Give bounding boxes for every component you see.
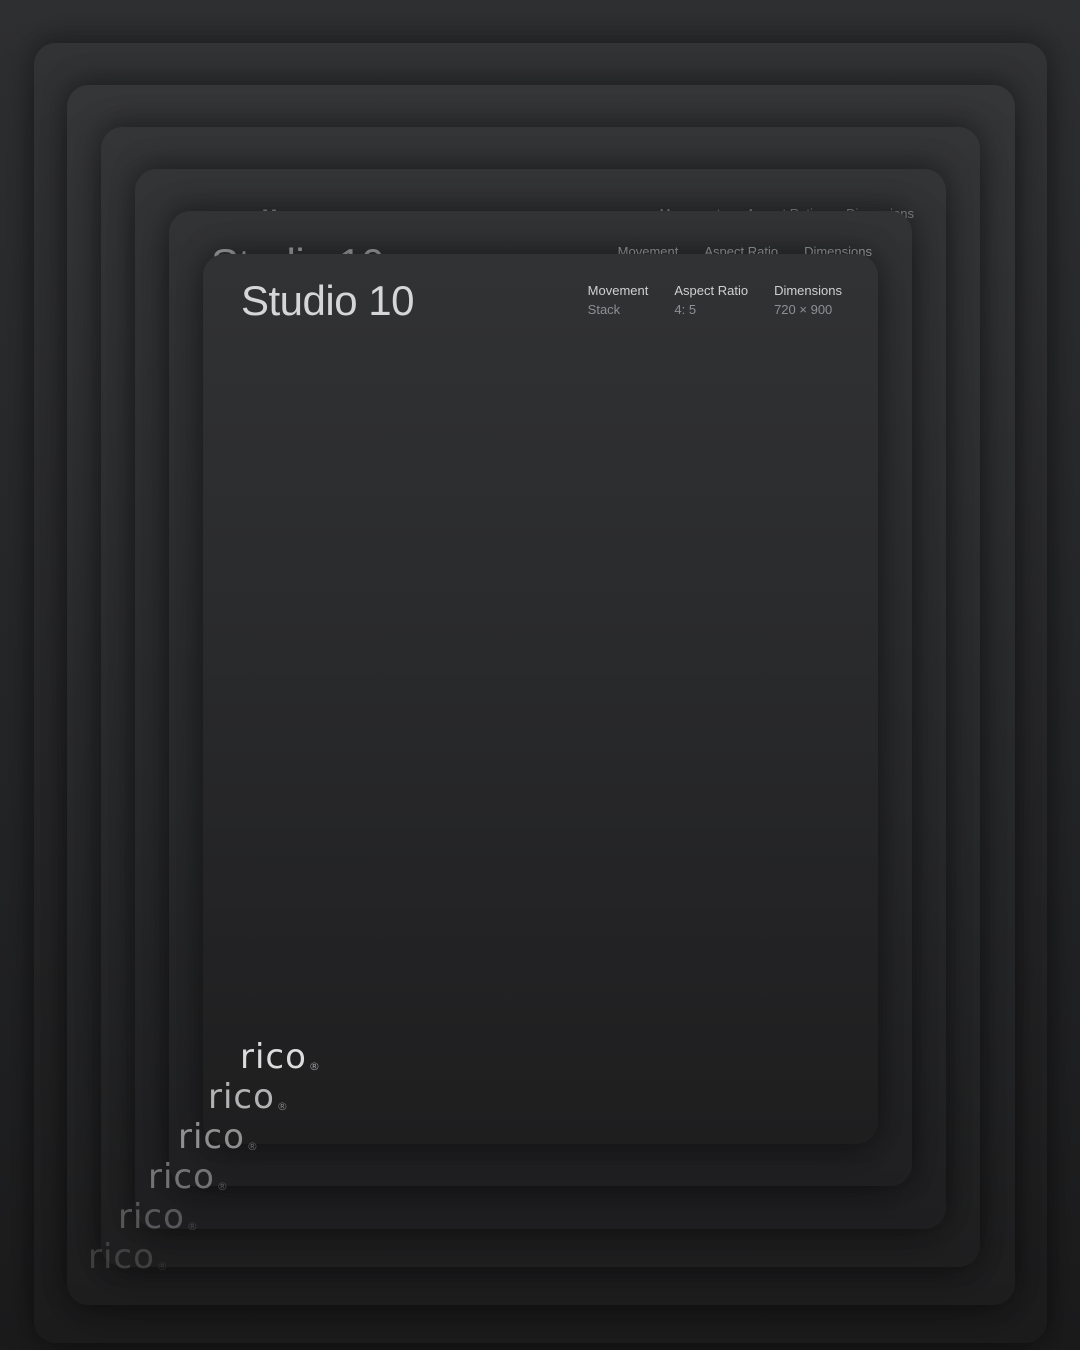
meta-label-dimensions: Dimensions — [774, 283, 842, 298]
registered-mark: ® — [308, 1060, 321, 1073]
stack-card-front: Studio 10 Movement Stack Aspect Ratio 4:… — [203, 254, 878, 1144]
brand-logo-echo-5: rico ® — [88, 1237, 169, 1277]
brand-logo: rico ® — [240, 1040, 321, 1074]
meta-value-aspect-ratio: 4: 5 — [674, 302, 697, 318]
brand-logo-text: rico — [240, 1037, 307, 1077]
meta-label-movement: Movement — [587, 283, 649, 298]
meta-value-movement: Stack — [587, 302, 621, 318]
meta-value-dimensions: 720 × 900 — [774, 302, 833, 318]
meta-label-aspect-ratio: Aspect Ratio — [674, 283, 749, 298]
brand-logo-echo-1: rico ® — [208, 1077, 289, 1117]
stack-stage: Studio 10 Movement Aspect Ratio Dimensio… — [0, 0, 1080, 1350]
brand-logo-echo-3: rico ® — [148, 1157, 229, 1197]
brand-logo-echo-2: rico ® — [178, 1117, 259, 1157]
card-title: Studio 10 — [241, 277, 414, 324]
brand-logo-echo-4: rico ® — [118, 1197, 199, 1237]
